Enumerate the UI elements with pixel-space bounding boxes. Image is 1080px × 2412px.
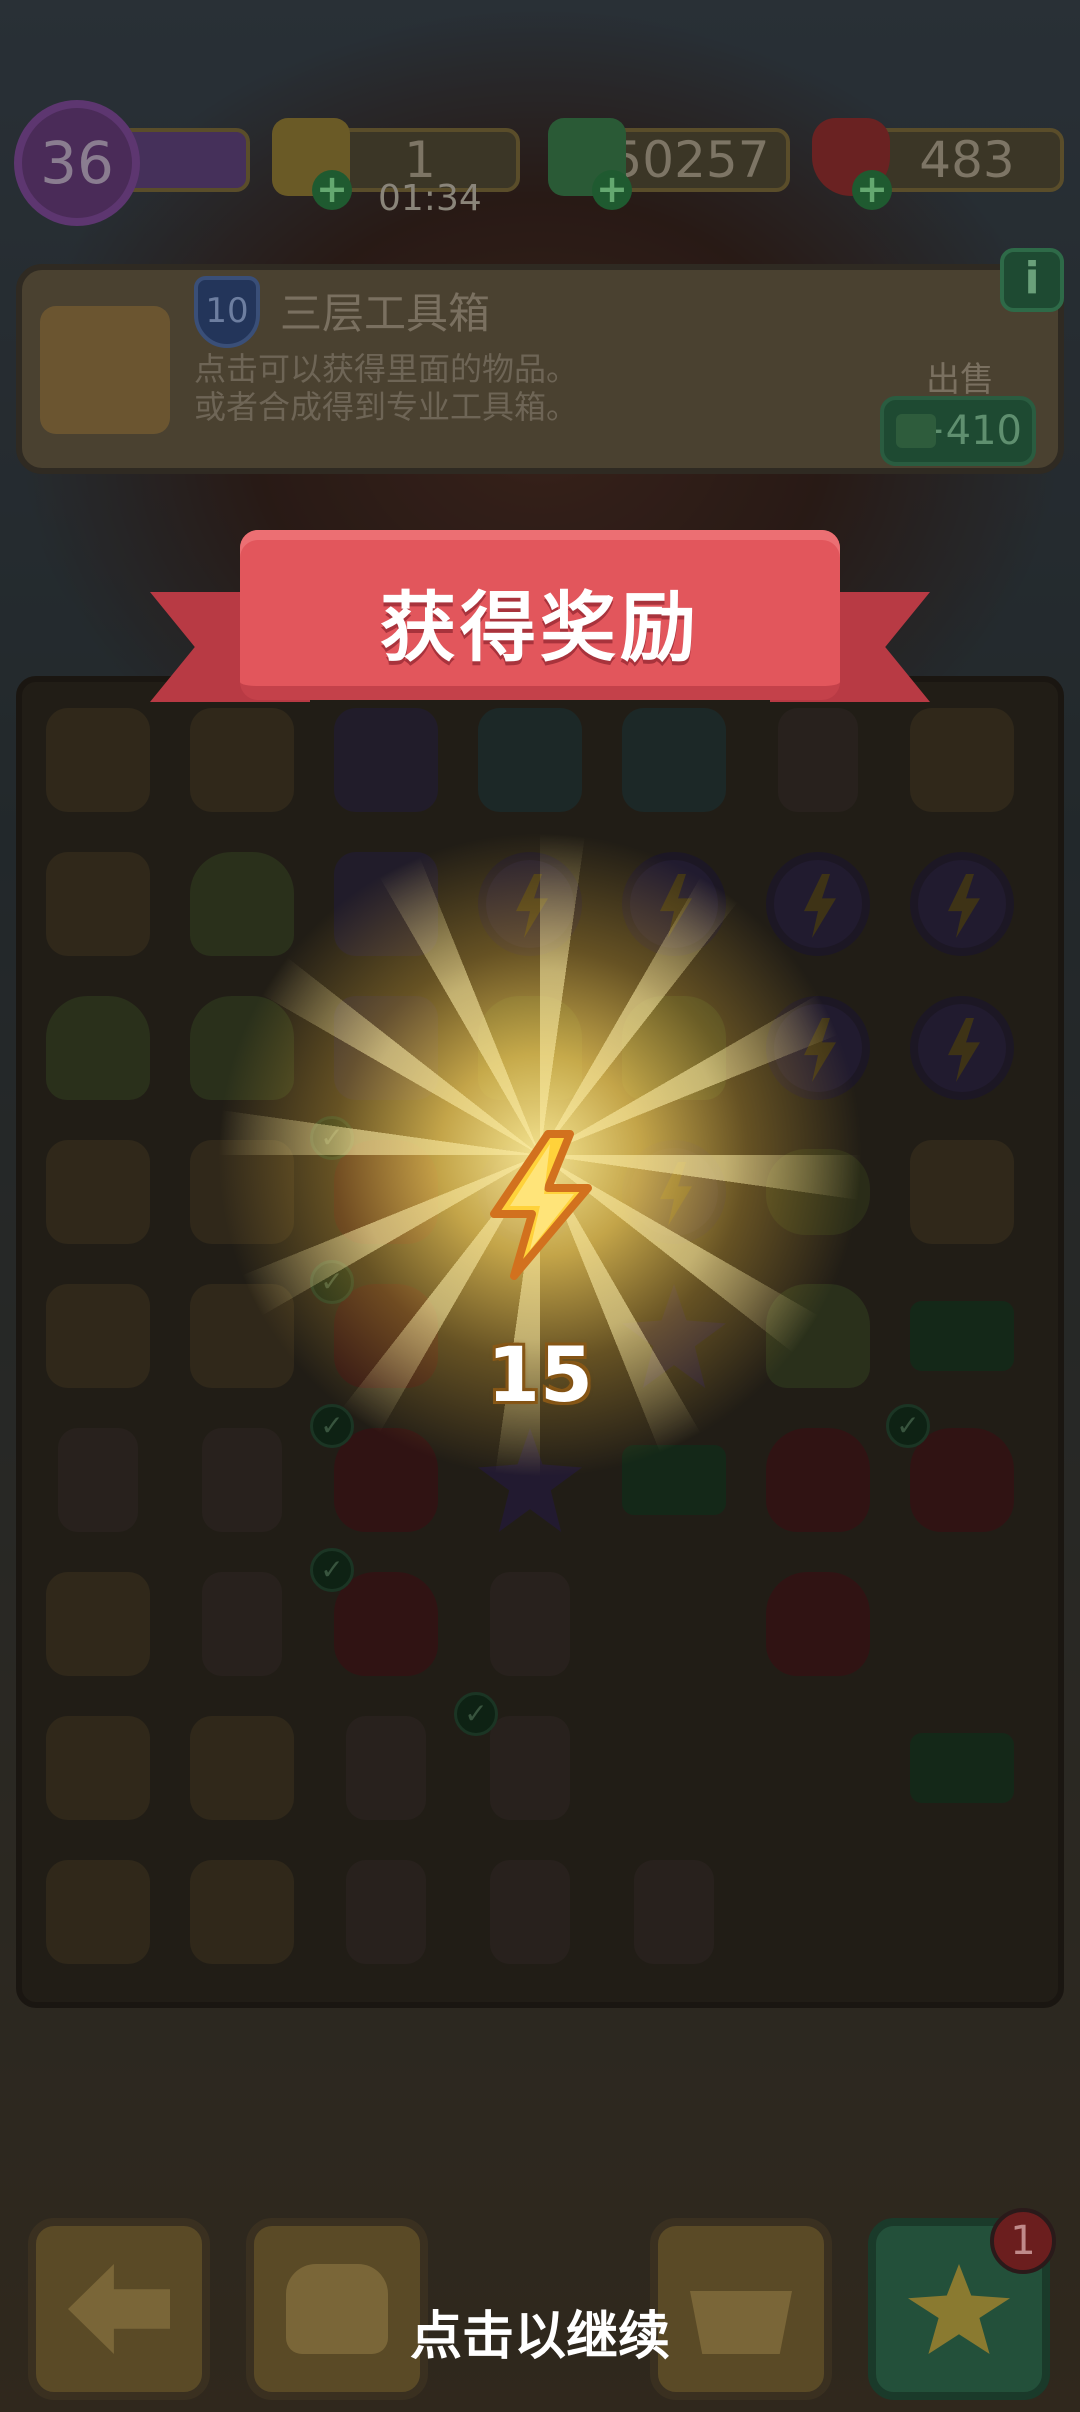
cash-value: 50257 — [610, 131, 770, 189]
item-level-shield: 10 — [194, 276, 260, 348]
item-description-line-1: 点击可以获得里面的物品。 — [194, 350, 579, 388]
info-button[interactable]: i — [1000, 248, 1064, 312]
add-gems-icon[interactable]: + — [852, 170, 892, 210]
top-hud: 36 1 + 01:34 50257 + 483 + — [0, 100, 1080, 226]
toolbox-icon — [40, 306, 170, 434]
star-notification-badge: 1 — [990, 2208, 1056, 2274]
player-level: 36 — [40, 129, 114, 197]
gem-counter[interactable]: 483 — [870, 128, 1064, 192]
cash-icon — [896, 414, 936, 448]
energy-bolt-icon — [490, 1130, 592, 1280]
item-level: 10 — [205, 291, 249, 331]
reward-count: 15 — [487, 1330, 593, 1419]
item-info-panel: 10 三层工具箱 点击可以获得里面的物品。 或者合成得到专业工具箱。 出售 +4… — [16, 248, 1064, 474]
item-description: 点击可以获得里面的物品。 或者合成得到专业工具箱。 — [194, 350, 578, 426]
tap-to-continue-hint[interactable]: 点击以继续 — [0, 2294, 1080, 2369]
sell-label: 出售 — [926, 360, 994, 400]
energy-timer: 01:34 — [378, 178, 482, 219]
reward-banner: 获得奖励 — [150, 520, 930, 740]
player-level-badge[interactable]: 36 — [14, 100, 140, 226]
reward-banner-title: 获得奖励 — [380, 583, 700, 672]
item-name: 三层工具箱 — [280, 289, 491, 338]
sell-button[interactable]: +410 — [880, 396, 1036, 466]
add-energy-icon[interactable]: + — [312, 170, 352, 210]
item-description-line-2: 或者合成得到专业工具箱。 — [194, 388, 579, 426]
gem-value: 483 — [919, 131, 1015, 189]
add-cash-icon[interactable]: + — [592, 170, 632, 210]
